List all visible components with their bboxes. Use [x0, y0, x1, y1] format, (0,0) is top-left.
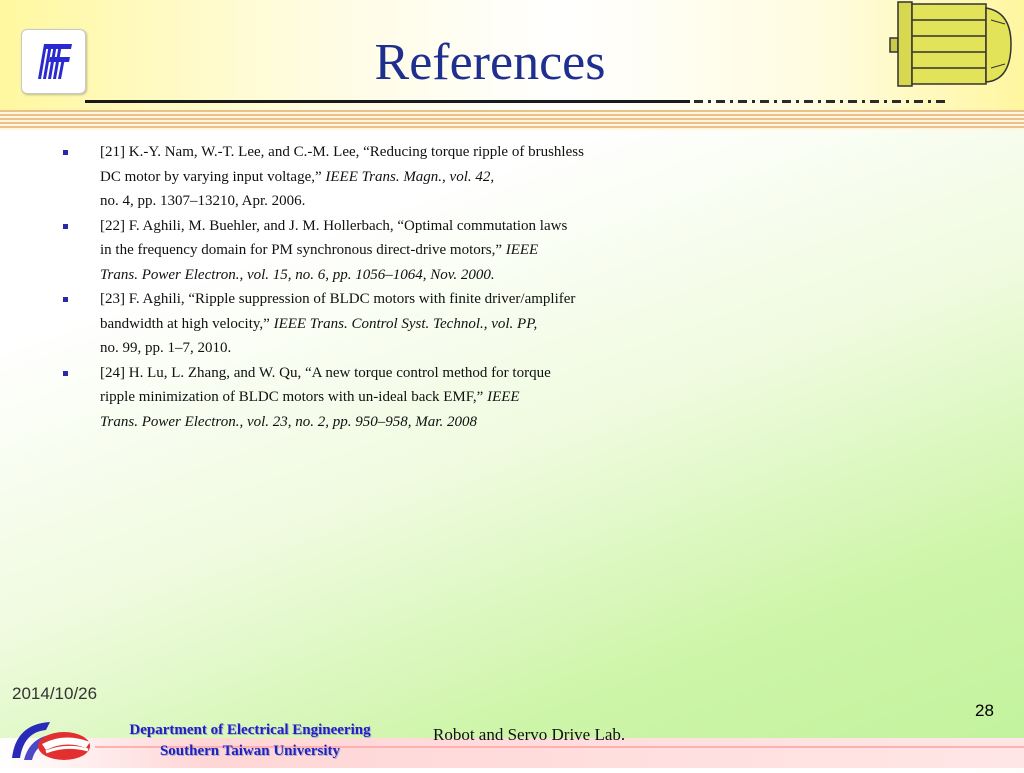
- reference-journal: Trans. Power Electron., vol. 23, no. 2, …: [100, 413, 477, 430]
- reference-text: no. 4, pp. 1307–13210, Apr. 2006.: [100, 193, 306, 209]
- reference-line: ripple minimization of BLDC motors with …: [100, 385, 680, 410]
- reference-line: bandwidth at high velocity,” IEEE Trans.…: [100, 312, 680, 337]
- reference-journal: IEEE Trans. Control Syst. Technol., vol.…: [273, 315, 538, 332]
- reference-journal: IEEE: [487, 389, 520, 405]
- page-number: 28: [975, 701, 994, 720]
- list-item: [22] F. Aghili, M. Buehler, and J. M. Ho…: [60, 214, 680, 288]
- reference-line: in the frequency domain for PM synchrono…: [100, 238, 680, 263]
- reference-text: in the frequency domain for PM synchrono…: [100, 242, 506, 258]
- list-item: [24] H. Lu, L. Zhang, and W. Qu, “A new …: [60, 361, 680, 435]
- reference-line: DC motor by varying input voltage,” IEEE…: [100, 165, 680, 190]
- reference-line: Trans. Power Electron., vol. 15, no. 6, …: [100, 263, 680, 288]
- reference-journal: IEEE Trans. Magn., vol. 42,: [325, 168, 495, 185]
- reference-line: Trans. Power Electron., vol. 23, no. 2, …: [100, 410, 680, 435]
- reference-line: [24] H. Lu, L. Zhang, and W. Qu, “A new …: [100, 364, 551, 381]
- square-bullet-icon: [63, 223, 68, 229]
- reference-text: DC motor by varying input voltage,”: [100, 168, 326, 185]
- department-label: Department of Electrical Engineering: [129, 722, 371, 738]
- square-bullet-icon: [63, 150, 68, 155]
- reference-line: no. 99, pp. 1–7, 2010.: [100, 336, 680, 361]
- department-name: Department of Electrical Engineering Sou…: [105, 720, 395, 762]
- reference-text: bandwidth at high velocity,”: [100, 315, 274, 332]
- reference-text: no. 99, pp. 1–7, 2010.: [100, 340, 232, 356]
- slide-date: 2014/10/26: [12, 684, 98, 703]
- reference-journal: IEEE: [505, 242, 539, 258]
- square-bullet-icon: [63, 370, 68, 376]
- department-logo-icon: [6, 714, 98, 768]
- list-item: [23] F. Aghili, “Ripple suppression of B…: [60, 287, 680, 361]
- reference-line: [23] F. Aghili, “Ripple suppression of B…: [100, 291, 576, 307]
- reference-journal: Trans. Power Electron., vol. 15, no. 6, …: [100, 266, 495, 283]
- title-underline-dashed: [694, 100, 949, 103]
- reference-line: no. 4, pp. 1307–13210, Apr. 2006.: [100, 189, 680, 214]
- square-bullet-icon: [63, 297, 68, 302]
- reference-text: ripple minimization of BLDC motors with …: [100, 389, 488, 405]
- slide-title: References: [374, 34, 606, 91]
- electric-motor-icon: [885, 0, 1015, 92]
- list-item: [21] K.-Y. Nam, W.-T. Lee, and C.-M. Lee…: [60, 140, 680, 214]
- header-stripe-band: [0, 110, 1024, 130]
- title-underline: [85, 100, 690, 103]
- university-label: Southern Taiwan University: [159, 743, 341, 759]
- university-logo-icon: [21, 29, 86, 94]
- reference-line: [22] F. Aghili, M. Buehler, and J. M. Ho…: [100, 217, 568, 234]
- reference-line: [21] K.-Y. Nam, W.-T. Lee, and C.-M. Lee…: [100, 144, 584, 160]
- lab-name: Robot and Servo Drive Lab.: [433, 725, 626, 744]
- references-list: [21] K.-Y. Nam, W.-T. Lee, and C.-M. Lee…: [60, 140, 680, 434]
